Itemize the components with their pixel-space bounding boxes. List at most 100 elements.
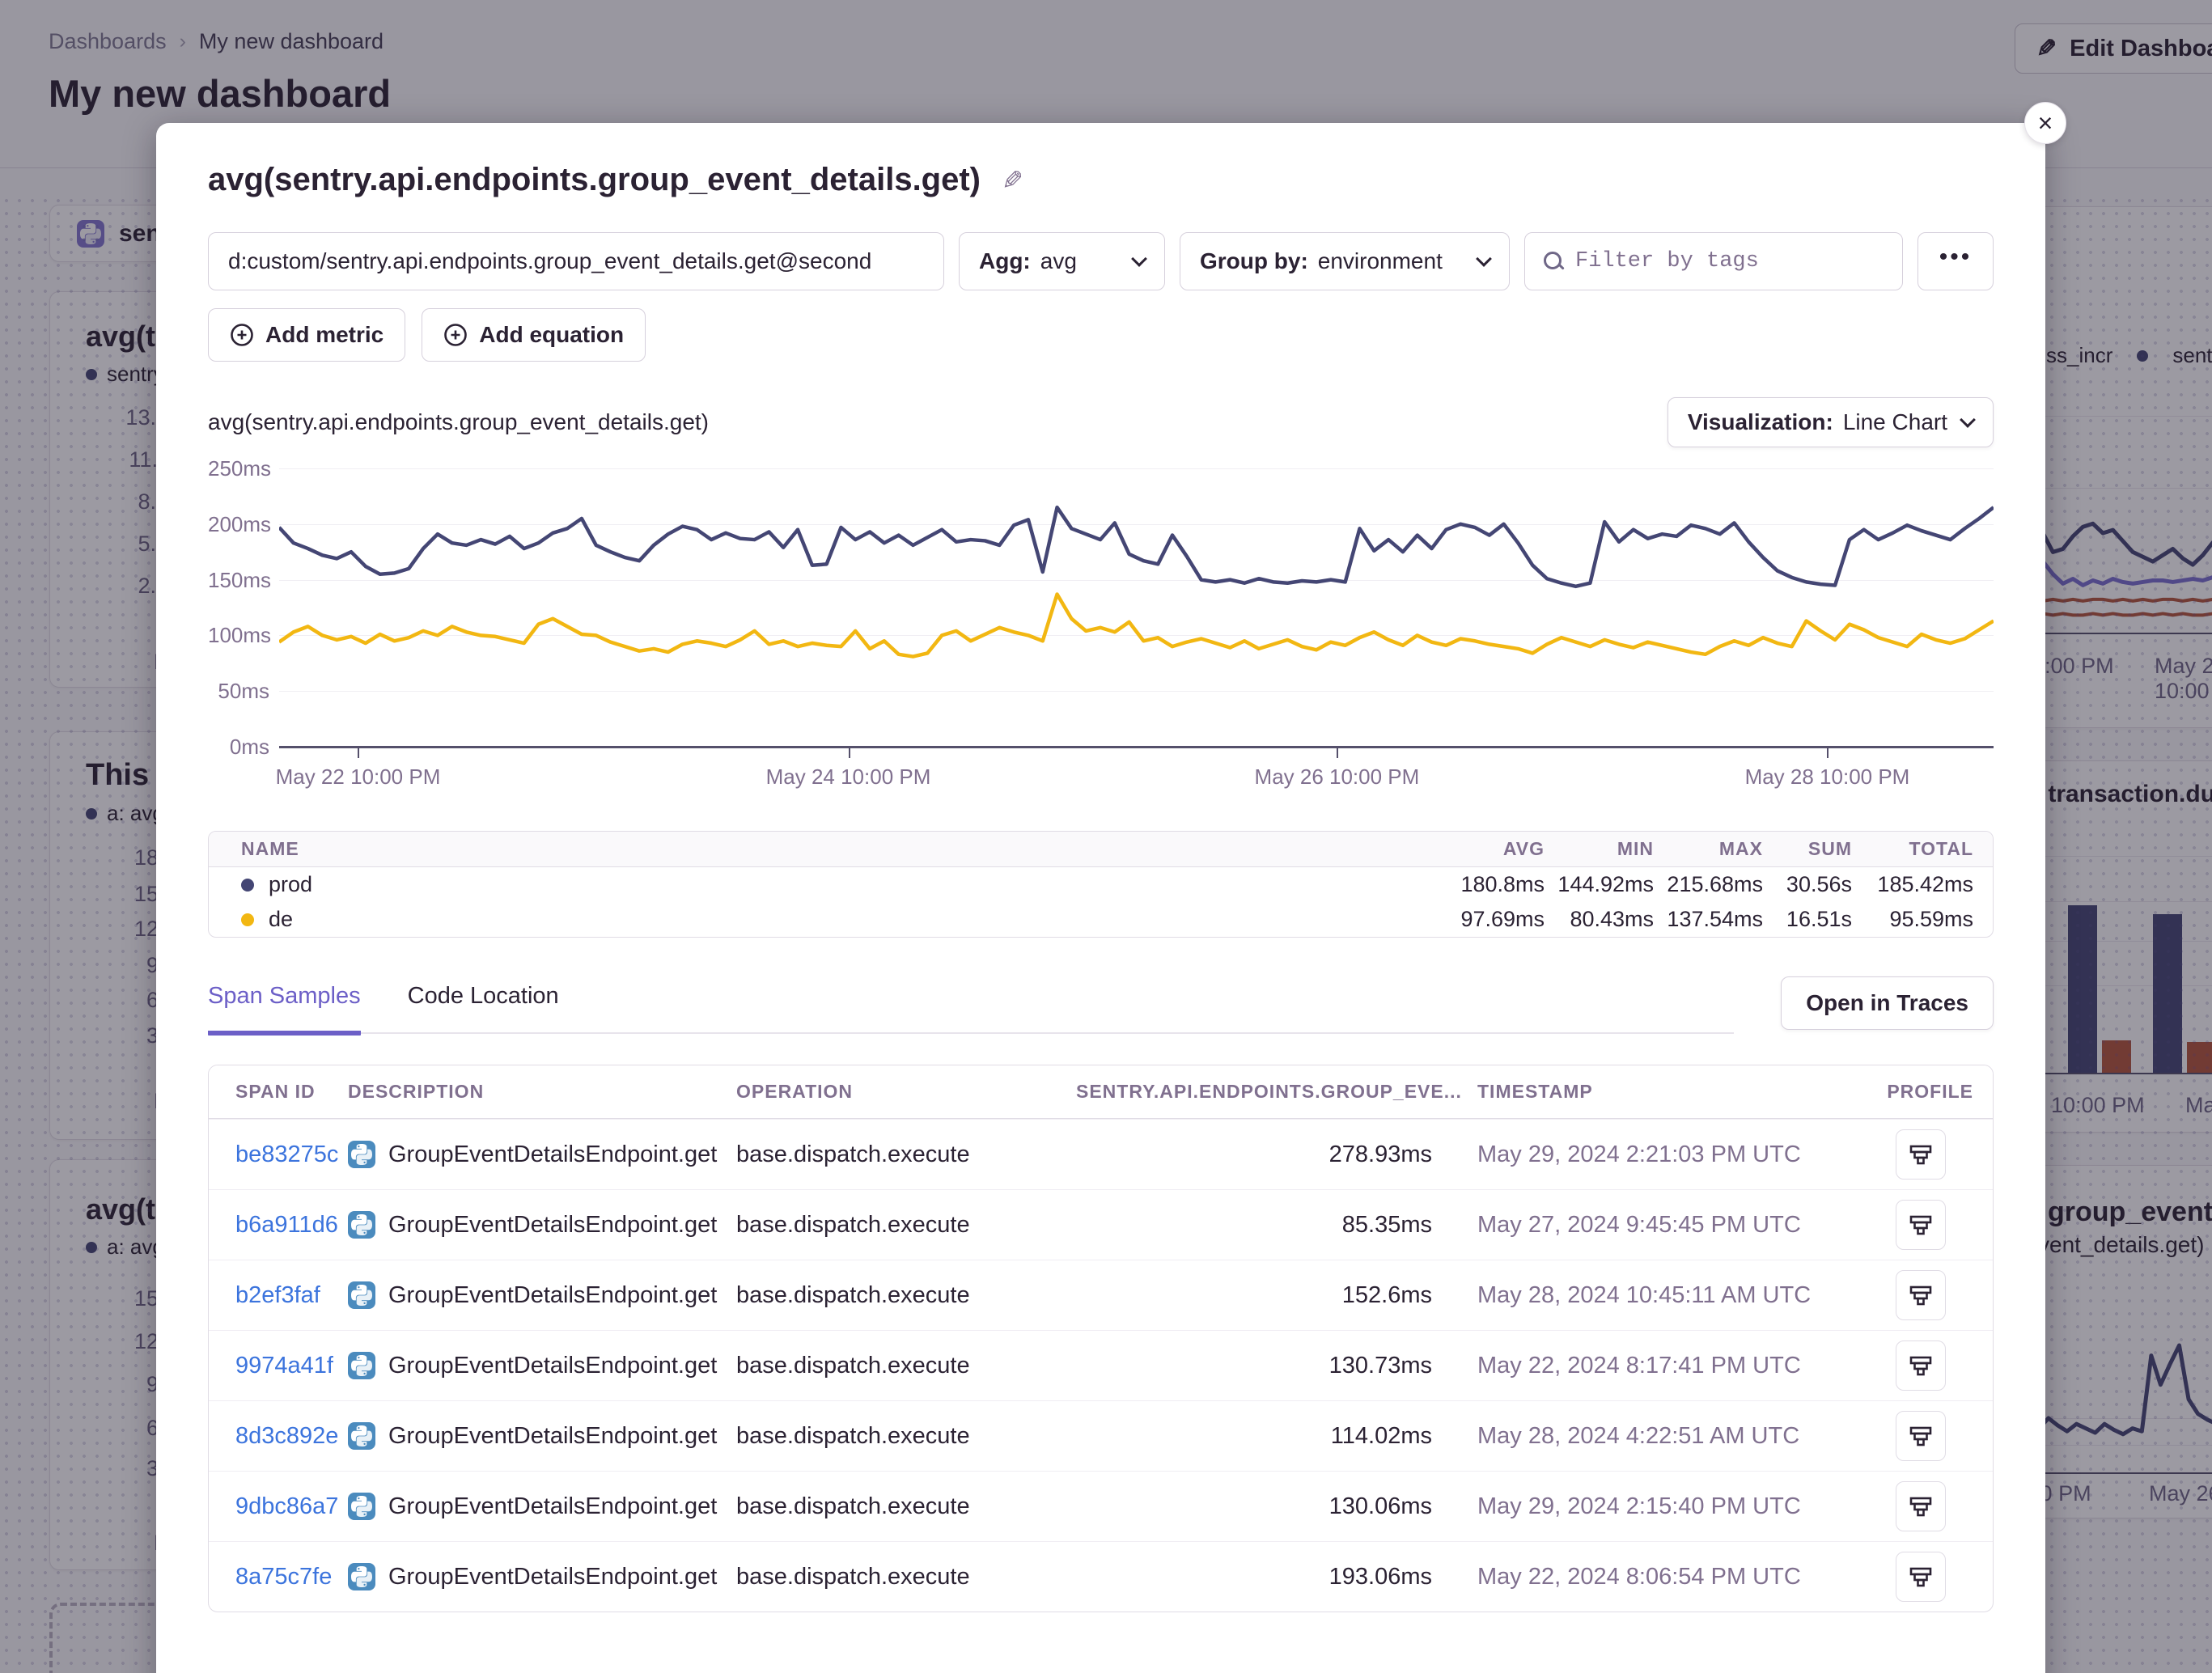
visualization-value: Line Chart bbox=[1843, 409, 1947, 435]
metric-query-field[interactable] bbox=[208, 232, 944, 290]
add-metric-button[interactable]: Add metric bbox=[208, 308, 405, 362]
series-sum: 16.51s bbox=[1763, 907, 1852, 932]
add-metric-label: Add metric bbox=[265, 322, 383, 348]
span-timestamp: May 29, 2024 2:15:40 PM UTC bbox=[1432, 1493, 1863, 1520]
span-operation: base.dispatch.execute bbox=[736, 1423, 1076, 1450]
python-icon bbox=[348, 1352, 375, 1379]
span-id-link[interactable]: be83275c bbox=[235, 1141, 338, 1167]
span-description: GroupEventDetailsEndpoint.get bbox=[388, 1493, 717, 1520]
overflow-menu-button[interactable]: ••• bbox=[1917, 232, 1994, 290]
span-timestamp: May 29, 2024 2:21:03 PM UTC bbox=[1432, 1141, 1863, 1168]
table-row[interactable]: 8a75c7fe GroupEventDetailsEndpoint.get b… bbox=[209, 1541, 1993, 1612]
table-row[interactable]: be83275c GroupEventDetailsEndpoint.get b… bbox=[209, 1119, 1993, 1189]
span-description: GroupEventDetailsEndpoint.get bbox=[388, 1212, 717, 1239]
python-icon bbox=[348, 1422, 375, 1450]
table-row[interactable]: 9974a41f GroupEventDetailsEndpoint.get b… bbox=[209, 1330, 1993, 1400]
edit-title-icon[interactable]: ✎ bbox=[1002, 165, 1023, 196]
span-id-link[interactable]: 8d3c892e bbox=[235, 1423, 338, 1449]
span-timestamp: May 27, 2024 9:45:45 PM UTC bbox=[1432, 1212, 1863, 1239]
profile-flamegraph-icon bbox=[1909, 1142, 1933, 1167]
search-icon bbox=[1543, 251, 1564, 272]
summary-header-min: MIN bbox=[1545, 838, 1654, 860]
chart-plot-area[interactable]: May 22 10:00 PM May 24 10:00 PM May 26 1… bbox=[279, 468, 1994, 747]
series-avg: 180.8ms bbox=[1435, 872, 1545, 897]
series-min: 144.92ms bbox=[1545, 872, 1654, 897]
visualization-label: Visualization: bbox=[1688, 409, 1833, 435]
span-duration: 130.73ms bbox=[1076, 1353, 1432, 1379]
metric-line-chart[interactable]: 250ms 200ms 150ms 100ms 50ms 0ms bbox=[208, 468, 1994, 802]
span-operation: base.dispatch.execute bbox=[736, 1353, 1076, 1379]
span-id-link[interactable]: 8a75c7fe bbox=[235, 1564, 332, 1590]
tab-code-location[interactable]: Code Location bbox=[408, 983, 559, 1032]
series-name: de bbox=[269, 907, 293, 932]
span-duration: 114.02ms bbox=[1076, 1423, 1432, 1450]
summary-row-prod[interactable]: prod 180.8ms 144.92ms 215.68ms 30.56s 18… bbox=[209, 867, 1993, 902]
summary-header-sum: SUM bbox=[1763, 838, 1852, 860]
table-row[interactable]: 8d3c892e GroupEventDetailsEndpoint.get b… bbox=[209, 1400, 1993, 1471]
x-axis-tick: May 22 10:00 PM bbox=[276, 764, 441, 790]
samples-header-metric: SENTRY.API.ENDPOINTS.GROUP_EVE... bbox=[1076, 1081, 1432, 1103]
chevron-down-icon bbox=[1960, 412, 1976, 428]
series-avg: 97.69ms bbox=[1435, 907, 1545, 932]
filter-tags-input[interactable] bbox=[1575, 249, 1884, 273]
series-color-dot-icon bbox=[241, 879, 254, 892]
span-timestamp: May 28, 2024 10:45:11 AM UTC bbox=[1432, 1282, 1863, 1309]
chevron-down-icon bbox=[1131, 251, 1147, 267]
series-total: 95.59ms bbox=[1852, 907, 1973, 932]
profile-button[interactable] bbox=[1896, 1341, 1946, 1391]
span-operation: base.dispatch.execute bbox=[736, 1564, 1076, 1590]
y-axis-tick: 100ms bbox=[208, 623, 269, 648]
add-equation-button[interactable]: Add equation bbox=[422, 308, 646, 362]
python-icon bbox=[348, 1563, 375, 1590]
tab-span-samples[interactable]: Span Samples bbox=[208, 983, 361, 1036]
profile-button[interactable] bbox=[1896, 1481, 1946, 1531]
profile-flamegraph-icon bbox=[1909, 1565, 1933, 1589]
profile-button[interactable] bbox=[1896, 1129, 1946, 1180]
series-sum: 30.56s bbox=[1763, 872, 1852, 897]
span-id-link[interactable]: 9974a41f bbox=[235, 1353, 333, 1379]
table-row[interactable]: b6a911d6 GroupEventDetailsEndpoint.get b… bbox=[209, 1189, 1993, 1260]
profile-button[interactable] bbox=[1896, 1411, 1946, 1461]
close-icon[interactable]: × bbox=[2024, 102, 2066, 144]
open-in-traces-button[interactable]: Open in Traces bbox=[1781, 976, 1994, 1030]
span-timestamp: May 22, 2024 8:06:54 PM UTC bbox=[1432, 1564, 1863, 1590]
metric-query-input[interactable] bbox=[228, 248, 924, 274]
span-duration: 130.06ms bbox=[1076, 1493, 1432, 1520]
span-description: GroupEventDetailsEndpoint.get bbox=[388, 1564, 717, 1590]
y-axis-tick: 250ms bbox=[208, 456, 269, 481]
span-duration: 85.35ms bbox=[1076, 1212, 1432, 1239]
span-description: GroupEventDetailsEndpoint.get bbox=[388, 1353, 717, 1379]
samples-header-operation: OPERATION bbox=[736, 1081, 1076, 1103]
agg-dropdown[interactable]: Agg: avg bbox=[959, 232, 1165, 290]
span-duration: 152.6ms bbox=[1076, 1282, 1432, 1309]
table-row[interactable]: 9dbc86a7 GroupEventDetailsEndpoint.get b… bbox=[209, 1471, 1993, 1541]
span-id-link[interactable]: b2ef3faf bbox=[235, 1282, 320, 1308]
series-de-line bbox=[279, 468, 1994, 747]
span-id-link[interactable]: 9dbc86a7 bbox=[235, 1493, 338, 1519]
profile-flamegraph-icon bbox=[1909, 1283, 1933, 1307]
span-timestamp: May 22, 2024 8:17:41 PM UTC bbox=[1432, 1353, 1863, 1379]
summary-row-de[interactable]: de 97.69ms 80.43ms 137.54ms 16.51s 95.59… bbox=[209, 902, 1993, 937]
profile-button[interactable] bbox=[1896, 1270, 1946, 1320]
profile-button[interactable] bbox=[1896, 1552, 1946, 1602]
span-description: GroupEventDetailsEndpoint.get bbox=[388, 1141, 717, 1168]
group-by-dropdown[interactable]: Group by: environment bbox=[1180, 232, 1510, 290]
span-id-link[interactable]: b6a911d6 bbox=[235, 1212, 338, 1238]
summary-header-row: NAME AVG MIN MAX SUM TOTAL bbox=[209, 832, 1993, 867]
chart-query-label: avg(sentry.api.endpoints.group_event_det… bbox=[208, 409, 709, 435]
python-icon bbox=[348, 1141, 375, 1168]
modal-title: avg(sentry.api.endpoints.group_event_det… bbox=[208, 162, 981, 198]
agg-label: Agg: bbox=[979, 248, 1031, 274]
x-axis-tick: May 24 10:00 PM bbox=[766, 764, 931, 790]
profile-flamegraph-icon bbox=[1909, 1213, 1933, 1237]
summary-header-avg: AVG bbox=[1435, 838, 1545, 860]
table-row[interactable]: b2ef3faf GroupEventDetailsEndpoint.get b… bbox=[209, 1260, 1993, 1330]
add-equation-label: Add equation bbox=[479, 322, 624, 348]
plus-circle-icon bbox=[230, 323, 254, 347]
profile-button[interactable] bbox=[1896, 1200, 1946, 1250]
profile-flamegraph-icon bbox=[1909, 1424, 1933, 1448]
chevron-down-icon bbox=[1476, 251, 1492, 267]
group-by-value: environment bbox=[1318, 248, 1443, 274]
filter-tags-field[interactable] bbox=[1524, 232, 1903, 290]
visualization-dropdown[interactable]: Visualization: Line Chart bbox=[1667, 397, 1994, 447]
